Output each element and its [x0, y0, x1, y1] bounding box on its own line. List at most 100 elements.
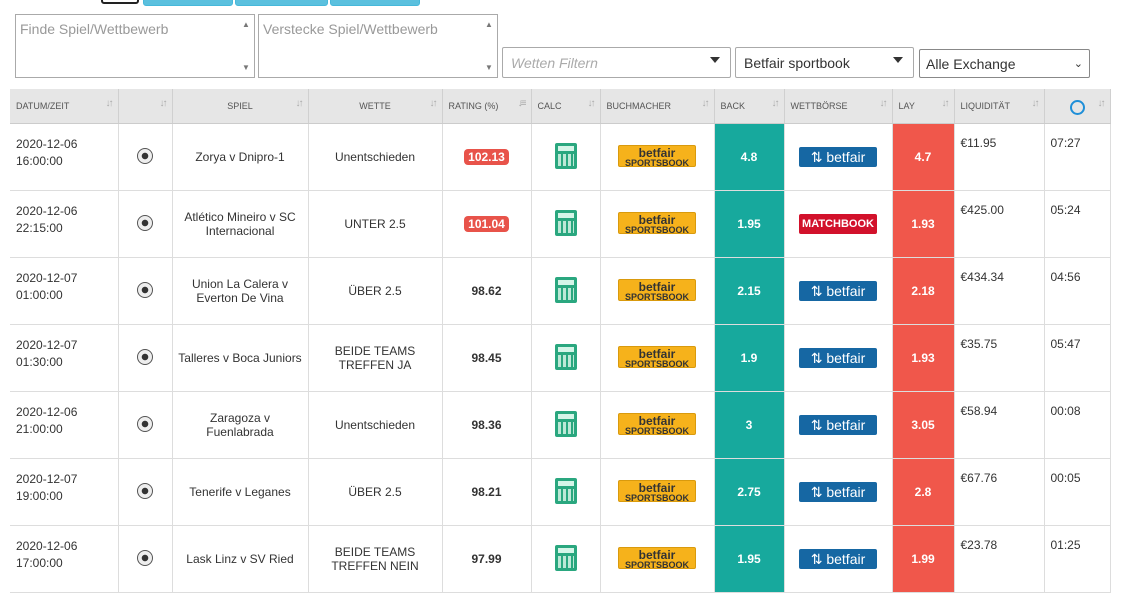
back-odds-cell[interactable]: 1.95 — [714, 190, 785, 258]
bookmaker-cell[interactable]: betfair SPORTSBOOK — [600, 123, 715, 191]
betfair-sportsbook-logo[interactable]: betfair SPORTSBOOK — [618, 279, 696, 302]
bookmaker-cell[interactable]: betfair SPORTSBOOK — [600, 525, 715, 593]
table-row[interactable]: 2020-12-06 21:00:00 Zaragoza v Fuenlabrada… — [10, 391, 1111, 459]
calc-cell[interactable] — [531, 257, 601, 325]
calc-cell[interactable] — [531, 458, 601, 526]
calc-cell[interactable] — [531, 525, 601, 593]
table-row[interactable]: 2020-12-06 16:00:00 Zorya v Dnipro-1 Unents… — [10, 123, 1111, 191]
betfair-exchange-logo[interactable]: ⇅ betfair — [799, 348, 877, 368]
bookmaker-select[interactable]: Betfair sportbook — [735, 47, 914, 78]
bookmaker-cell[interactable]: betfair SPORTSBOOK — [600, 190, 715, 258]
betfair-sportsbook-logo[interactable]: betfair SPORTSBOOK — [618, 413, 696, 436]
bookmaker-select-value: Betfair sportbook — [744, 55, 850, 71]
bookmaker-cell[interactable]: betfair SPORTSBOOK — [600, 257, 715, 325]
betfair-exchange-logo[interactable]: ⇅ betfair — [799, 415, 877, 435]
lay-odds-cell[interactable]: 1.93 — [892, 190, 955, 258]
betfair-sportsbook-logo[interactable]: betfair SPORTSBOOK — [618, 212, 696, 235]
col-exchange[interactable]: WETTBÖRSE ↓↑ — [784, 89, 893, 124]
calc-cell[interactable] — [531, 123, 601, 191]
col-game[interactable]: SPIEL ↓↑ — [172, 89, 309, 124]
exchange-cell[interactable]: ⇅ betfair — [784, 123, 893, 191]
game-cell[interactable]: Zorya v Dnipro-1 — [172, 123, 309, 191]
clock-icon — [1069, 99, 1085, 115]
betfair-sportsbook-logo[interactable]: betfair SPORTSBOOK — [618, 346, 696, 369]
col-back[interactable]: BACK ↓↑ — [714, 89, 785, 124]
table-row[interactable]: 2020-12-07 01:30:00 Talleres v Boca Junior… — [10, 324, 1111, 392]
calculator-icon[interactable] — [554, 477, 577, 504]
find-game-input[interactable]: Finde Spiel/Wettbewerb ▲ ▼ — [15, 14, 255, 78]
lay-odds-cell[interactable]: 3.05 — [892, 391, 955, 459]
betfair-exchange-logo[interactable]: ⇅ betfair — [799, 549, 877, 569]
bookmaker-cell[interactable]: betfair SPORTSBOOK — [600, 324, 715, 392]
filter-button-3[interactable] — [330, 0, 420, 6]
betfair-exchange-logo[interactable]: ⇅ betfair — [799, 482, 877, 502]
calculator-icon[interactable] — [554, 410, 577, 437]
betfair-exchange-logo[interactable]: ⇅ betfair — [799, 147, 877, 167]
bookmaker-cell[interactable]: betfair SPORTSBOOK — [600, 458, 715, 526]
col-bet[interactable]: WETTE ↓↑ — [308, 89, 443, 124]
calculator-icon[interactable] — [554, 209, 577, 236]
col-calc[interactable]: CALC ↓↑ — [531, 89, 601, 124]
col-lay[interactable]: LAY ↓↑ — [892, 89, 955, 124]
table-row[interactable]: 2020-12-06 17:00:00 Lask Linz v SV Ried BEI… — [10, 525, 1111, 593]
col-liquidity[interactable]: LIQUIDITÄT ↓↑ — [954, 89, 1045, 124]
exchange-select[interactable]: Alle Exchange ⌄ — [919, 49, 1090, 78]
calc-cell[interactable] — [531, 190, 601, 258]
exchange-cell[interactable]: ⇅ betfair — [784, 391, 893, 459]
back-odds-cell[interactable]: 1.95 — [714, 525, 785, 593]
game-cell[interactable]: Tenerife v Leganes — [172, 458, 309, 526]
back-odds-cell[interactable]: 2.75 — [714, 458, 785, 526]
back-odds-cell[interactable]: 3 — [714, 391, 785, 459]
col-rating[interactable]: RATING (%) ↓≡ — [442, 89, 532, 124]
soccer-ball-icon — [137, 348, 153, 365]
exchange-cell[interactable]: ⇅ betfair — [784, 458, 893, 526]
rating-cell: 98.36 — [442, 391, 532, 459]
betfair-sportsbook-logo[interactable]: betfair SPORTSBOOK — [618, 145, 696, 168]
exchange-cell[interactable]: MATCHBOOK — [784, 190, 893, 258]
table-row[interactable]: 2020-12-06 22:15:00 Atlético Mineiro v SC … — [10, 190, 1111, 258]
calculator-icon[interactable] — [554, 142, 577, 169]
bets-filter-select[interactable]: Wetten Filtern — [502, 47, 731, 78]
back-odds-cell[interactable]: 2.15 — [714, 257, 785, 325]
game-cell[interactable]: Zaragoza v Fuenlabrada — [172, 391, 309, 459]
col-remaining[interactable]: ↓↑ — [1044, 89, 1111, 124]
bet-cell: Unentschieden — [308, 123, 443, 191]
matchbook-logo[interactable]: MATCHBOOK — [799, 214, 877, 234]
exchange-cell[interactable]: ⇅ betfair — [784, 324, 893, 392]
soccer-ball-icon — [137, 482, 153, 499]
back-odds-cell[interactable]: 4.8 — [714, 123, 785, 191]
lay-odds-cell[interactable]: 2.8 — [892, 458, 955, 526]
liquidity-cell: €67.76 — [954, 458, 1045, 526]
table-row[interactable]: 2020-12-07 19:00:00 Tenerife v Leganes ÜBER… — [10, 458, 1111, 526]
table-row[interactable]: 2020-12-07 01:00:00 Union La Calera v Ever… — [10, 257, 1111, 325]
game-cell[interactable]: Union La Calera v Everton De Vina — [172, 257, 309, 325]
game-cell[interactable]: Lask Linz v SV Ried — [172, 525, 309, 593]
calc-cell[interactable] — [531, 391, 601, 459]
betfair-sportsbook-logo[interactable]: betfair SPORTSBOOK — [618, 480, 696, 503]
game-cell[interactable]: Atlético Mineiro v SC Internacional — [172, 190, 309, 258]
betfair-sportsbook-logo[interactable]: betfair SPORTSBOOK — [618, 547, 696, 570]
lay-odds-cell[interactable]: 2.18 — [892, 257, 955, 325]
game-cell[interactable]: Talleres v Boca Juniors — [172, 324, 309, 392]
calc-cell[interactable] — [531, 324, 601, 392]
col-sport[interactable]: ↓↑ — [118, 89, 173, 124]
exchange-cell[interactable]: ⇅ betfair — [784, 525, 893, 593]
hide-game-input[interactable]: Verstecke Spiel/Wettbewerb ▲ ▼ — [258, 14, 498, 78]
col-datetime[interactable]: DATUM/ZEIT ↓↑ — [10, 89, 119, 124]
betfair-exchange-logo[interactable]: ⇅ betfair — [799, 281, 877, 301]
bookmaker-cell[interactable]: betfair SPORTSBOOK — [600, 391, 715, 459]
calculator-icon[interactable] — [554, 544, 577, 571]
lay-odds-cell[interactable]: 1.93 — [892, 324, 955, 392]
hide-scrollbar[interactable]: ▲ ▼ — [483, 17, 495, 75]
view-toggle-button[interactable] — [101, 0, 139, 4]
find-scrollbar[interactable]: ▲ ▼ — [240, 17, 252, 75]
filter-button-2[interactable] — [235, 0, 328, 6]
calculator-icon[interactable] — [554, 343, 577, 370]
exchange-cell[interactable]: ⇅ betfair — [784, 257, 893, 325]
lay-odds-cell[interactable]: 1.99 — [892, 525, 955, 593]
lay-odds-cell[interactable]: 4.7 — [892, 123, 955, 191]
col-bookmaker[interactable]: BUCHMACHER ↓↑ — [600, 89, 715, 124]
filter-button-1[interactable] — [143, 0, 233, 6]
back-odds-cell[interactable]: 1.9 — [714, 324, 785, 392]
calculator-icon[interactable] — [554, 276, 577, 303]
